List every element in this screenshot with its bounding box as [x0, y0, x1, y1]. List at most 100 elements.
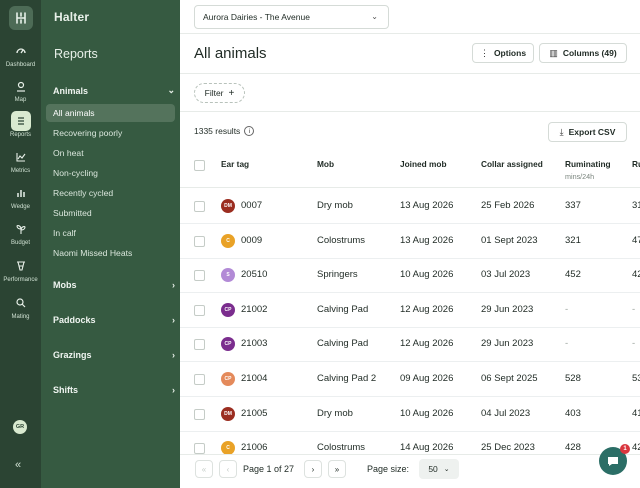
collapse-icon[interactable]: « [15, 459, 21, 471]
ear-tag-link[interactable]: 21004 [241, 373, 267, 384]
page-size-select[interactable]: 50 ⌄ [419, 459, 459, 479]
farm-selector[interactable]: Aurora Dairies - The Avenue ⌄ [194, 5, 389, 29]
ear-tag-link[interactable]: 0009 [241, 235, 262, 246]
farm-selector-value: Aurora Dairies - The Avenue [203, 12, 310, 22]
ear-tag-link[interactable]: 21003 [241, 338, 267, 349]
pagination: « ‹ Page 1 of 27 › » Page size: 50 ⌄ [180, 454, 640, 488]
row-checkbox[interactable] [194, 339, 205, 351]
sidebar-group-label: Shifts [53, 385, 79, 395]
row-checkbox[interactable] [194, 374, 205, 385]
sidebar-item-all-animals[interactable]: All animals [46, 104, 175, 122]
rail-item-reports[interactable]: Reports [0, 111, 41, 138]
sidebar-item-recovering-poorly[interactable]: Recovering poorly [46, 124, 175, 142]
next-page-button[interactable]: › [304, 460, 322, 478]
plus-icon: + [228, 87, 235, 99]
divider [180, 73, 640, 74]
ear-tag-link[interactable]: 21006 [241, 442, 267, 453]
table-row[interactable]: CP 21003 Calving Pad 12 Aug 2026 29 Jun 2023… [180, 327, 640, 363]
row-checkbox[interactable] [194, 201, 205, 212]
last-page-button[interactable]: » [328, 460, 346, 478]
table-row[interactable]: CP 21004 Calving Pad 2 09 Aug 2026 06 Sept 2… [180, 362, 640, 397]
mating-icon [11, 293, 31, 313]
first-page-button[interactable]: « [195, 460, 213, 478]
notification-badge: 1 [620, 444, 630, 454]
row-checkbox[interactable] [194, 408, 205, 420]
sidebar-group-grazings[interactable]: Grazings › [53, 350, 175, 360]
sidebar-item-submitted[interactable]: Submitted [46, 204, 175, 222]
sidebar-item-in-calf[interactable]: In calf [46, 224, 175, 242]
rail-item-wedge[interactable]: Wedge [0, 183, 41, 210]
column-header-ear-tag[interactable]: Ear tag [221, 159, 249, 169]
export-csv-button[interactable]: ⤓ Export CSV [548, 122, 627, 142]
collar-assigned-cell: 29 Jun 2023 [481, 303, 534, 315]
columns-label: Columns (49) [562, 48, 617, 58]
collar-assigned-cell: 06 Sept 2025 [481, 373, 538, 384]
column-header-ruminating[interactable]: Ruminating [565, 159, 611, 169]
sidebar-item-recently-cycled[interactable]: Recently cycled [46, 184, 175, 202]
next-column-cell: 31 [632, 200, 640, 211]
row-checkbox[interactable] [194, 304, 205, 316]
rail-item-dashboard[interactable]: Dashboard [0, 41, 41, 68]
rail-item-mating[interactable]: Mating [0, 293, 41, 320]
sprout-icon [11, 219, 31, 239]
mob-cell: Calving Pad [317, 338, 369, 350]
rail-label: Metrics [10, 168, 31, 174]
sidebar-item-on-heat[interactable]: On heat [46, 144, 175, 162]
sidebar-item-non-cycling[interactable]: Non-cycling [46, 164, 175, 182]
mob-badge: CP [221, 337, 235, 352]
sidebar-item-naomi-missed-heats[interactable]: Naomi Missed Heats [46, 244, 175, 262]
chat-launcher-button[interactable]: 1 [599, 444, 630, 475]
row-checkbox[interactable] [194, 443, 205, 455]
rail-label: Map [14, 97, 27, 103]
options-button[interactable]: ⋮ Options [472, 43, 534, 63]
prev-page-button[interactable]: ‹ [219, 460, 237, 478]
rail-item-performance[interactable]: Performance [0, 256, 41, 283]
select-all-checkbox[interactable] [194, 160, 205, 171]
sidebar-group-paddocks[interactable]: Paddocks › [53, 315, 175, 325]
ear-tag-link[interactable]: 21005 [241, 408, 267, 419]
info-icon[interactable]: i [244, 126, 255, 136]
table-row[interactable]: C 0009 Colostrums 13 Aug 2026 01 Sept 2023 32… [180, 224, 640, 259]
column-header-mob[interactable]: Mob [317, 159, 334, 169]
page-size-label: Page size: [367, 464, 410, 474]
ear-tag-link[interactable]: 20510 [241, 269, 267, 280]
filter-button[interactable]: Filter + [194, 83, 245, 103]
rail-item-budget[interactable]: Budget [0, 219, 41, 246]
table-row[interactable]: DM 0007 Dry mob 13 Aug 2026 25 Feb 2026 337 31 [180, 189, 640, 224]
table-row[interactable]: S 20510 Springers 10 Aug 2026 03 Jul 2023 452… [180, 258, 640, 294]
column-subheader-ruminating: mins/24h [565, 172, 595, 181]
column-header-joined-mob[interactable]: Joined mob [400, 159, 447, 169]
sidebar-group-animals[interactable]: Animals ⌄ [53, 85, 175, 96]
columns-button[interactable]: ▥ Columns (49) [539, 43, 627, 63]
sidebar-group-label: Paddocks [53, 315, 96, 325]
kebab-icon: ⋮ [479, 47, 489, 58]
column-header-next[interactable]: Ru [632, 159, 640, 169]
mob-cell: Colostrums [317, 442, 366, 454]
mob-badge: CP [221, 302, 235, 317]
chevron-right-icon: › [172, 350, 175, 360]
collar-assigned-cell: 03 Jul 2023 [481, 269, 531, 281]
sidebar-group-mobs[interactable]: Mobs › [53, 280, 175, 290]
ear-tag-link[interactable]: 0007 [241, 200, 262, 211]
rail-item-metrics[interactable]: Metrics [0, 147, 41, 174]
avatar[interactable]: GR [13, 420, 27, 434]
row-checkbox[interactable] [194, 270, 205, 282]
sidebar-group-shifts[interactable]: Shifts › [53, 385, 175, 395]
joined-mob-cell: 13 Aug 2026 [400, 200, 454, 211]
table-row[interactable]: CP 21002 Calving Pad 12 Aug 2026 29 Jun 2023… [180, 293, 640, 328]
ruminating-cell: 452 [565, 269, 581, 281]
column-header-collar-assigned[interactable]: Collar assigned [481, 159, 543, 169]
chevron-right-icon: › [172, 385, 175, 395]
chat-icon [608, 457, 618, 466]
row-checkbox[interactable] [194, 235, 205, 247]
halter-logo-icon[interactable] [9, 6, 33, 30]
map-pin-icon [11, 76, 31, 96]
ear-tag-link[interactable]: 21002 [241, 304, 267, 315]
mob-cell: Calving Pad [317, 303, 369, 315]
line-chart-icon [11, 147, 31, 167]
filter-label: Filter [204, 88, 224, 98]
ruminating-cell: 403 [565, 407, 581, 419]
rail-item-map[interactable]: Map [0, 76, 41, 103]
table-row[interactable]: DM 21005 Dry mob 10 Aug 2026 04 Jul 2023 403 4… [180, 397, 640, 432]
rail-label: Dashboard [5, 62, 36, 68]
